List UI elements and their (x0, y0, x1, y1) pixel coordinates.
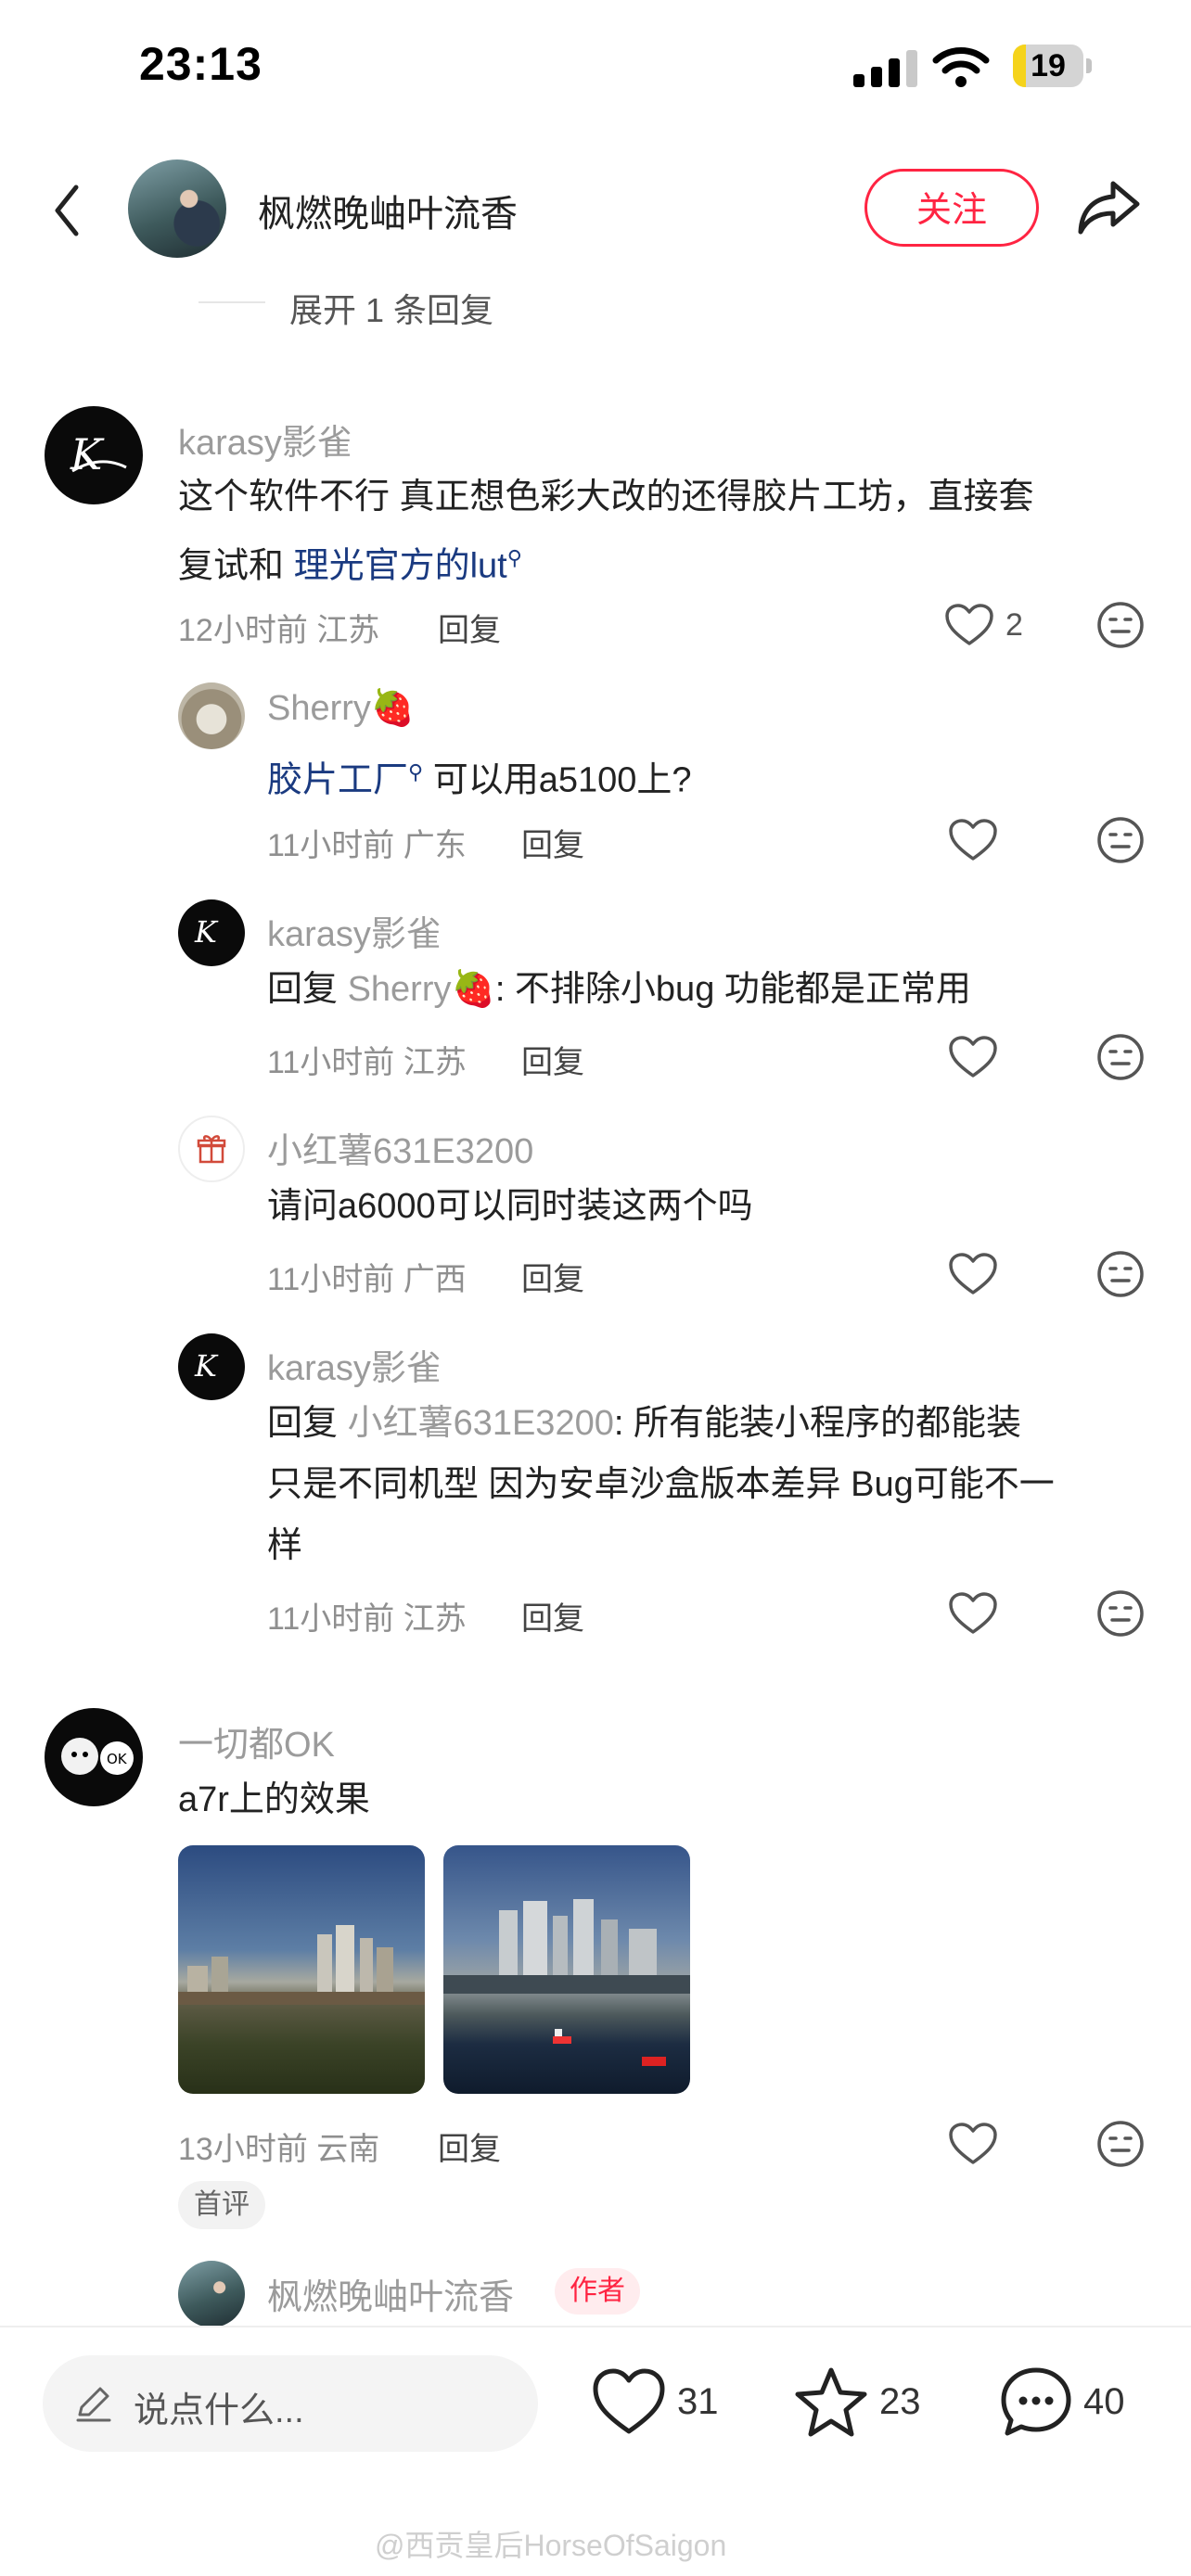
reply-username[interactable]: karasy影雀 (267, 905, 442, 956)
reply-username[interactable]: 小红薯631E3200 (267, 1122, 533, 1173)
reply-to-user[interactable]: Sherry🍓 (348, 970, 495, 1009)
replier-avatar[interactable]: K (178, 899, 245, 966)
reply-button[interactable]: 回复 (521, 820, 584, 865)
reply-button[interactable]: 回复 (438, 605, 501, 650)
author-tag: 作者 (555, 2268, 640, 2315)
comment-username[interactable]: 一切都OK (178, 1715, 335, 1766)
reply-text: 请问a6000可以同时装这两个吗 (267, 1187, 753, 1226)
reply-text-line: 样 (267, 1526, 303, 1565)
comment-text: a7r上的效果 (178, 1780, 370, 1819)
reply-text: 回复 Sherry🍓: 不排除小bug 功能都是正常用 (267, 959, 971, 1020)
author-name[interactable]: 枫燃晚岫叶流香 (258, 184, 518, 237)
heart-icon[interactable] (948, 1591, 998, 1636)
reply-prefix: 回复 (267, 1404, 348, 1443)
reply-to-user[interactable]: 小红薯631E3200 (348, 1404, 614, 1443)
comment-photo[interactable] (178, 1845, 425, 2094)
heart-icon[interactable] (592, 2366, 666, 2437)
svg-text:K: K (194, 914, 219, 950)
battery-percent: 19 (1031, 48, 1066, 83)
comment-count: 40 (1083, 2381, 1125, 2422)
meh-face-icon[interactable] (1096, 1250, 1145, 1298)
svg-text:K: K (70, 429, 105, 479)
watermark: @西贡皇后HorseOfSaigon (375, 2529, 727, 2562)
reply-button[interactable]: 回复 (521, 1593, 584, 1639)
reply-time-location: 11小时前 广西 (267, 1262, 467, 1297)
cellular-signal-icon (853, 50, 917, 87)
svg-text:K: K (194, 1348, 219, 1384)
heart-icon[interactable] (948, 2122, 998, 2166)
heart-icon[interactable] (944, 603, 994, 647)
collect-count: 23 (879, 2381, 921, 2422)
reply-button[interactable]: 回复 (521, 1037, 584, 1082)
reply-text: 回复 小红薯631E3200: 所有能装小程序的都能装 只是不同机型 因为安卓沙… (267, 1393, 1148, 1576)
battery-icon: 19 (1013, 45, 1093, 87)
search-icon[interactable]: ⚲ (408, 760, 423, 784)
comment-time-location: 13小时前 云南 (178, 2132, 380, 2167)
author-avatar[interactable] (128, 159, 226, 258)
reply-text-line: 只是不同机型 因为安卓沙盒版本差异 Bug可能不一 (267, 1465, 1055, 1504)
reply-button[interactable]: 回复 (521, 1254, 584, 1299)
replier-avatar[interactable]: K (178, 1333, 245, 1400)
back-arrow-icon[interactable] (45, 178, 91, 243)
heart-icon[interactable] (948, 818, 998, 862)
comment-text-line: 这个软件不行 真正想色彩大改的还得胶片工坊，直接套 (178, 478, 1034, 516)
like-count: 2 (1005, 607, 1023, 643)
reply-time-location: 11小时前 广东 (267, 828, 467, 863)
wifi-icon (932, 47, 990, 87)
first-comment-badge: 首评 (178, 2181, 265, 2229)
comment-time-location: 12小时前 江苏 (178, 613, 380, 648)
search-icon[interactable]: ⚲ (507, 546, 522, 569)
divider (198, 301, 265, 303)
comment-username[interactable]: karasy影雀 (178, 414, 352, 465)
reply-text-body: 可以用a5100上? (423, 760, 692, 800)
replier-avatar[interactable] (178, 682, 245, 749)
comment-photo[interactable] (443, 1845, 690, 2094)
reply-text: 胶片工厂⚲ 可以用a5100上? (267, 742, 692, 811)
commenter-avatar[interactable]: K (45, 406, 143, 504)
comment-bubble-icon[interactable] (1000, 2365, 1072, 2439)
replier-avatar[interactable] (178, 1116, 245, 1182)
replier-avatar[interactable] (178, 2261, 245, 2327)
search-link[interactable]: 胶片工厂 (267, 761, 408, 800)
reply-username[interactable]: Sherry🍓 (267, 688, 415, 729)
meh-face-icon[interactable] (1096, 1033, 1145, 1081)
reply-username[interactable]: karasy影雀 (267, 1339, 442, 1390)
reply-text-body: : 不排除小bug 功能都是正常用 (494, 970, 971, 1009)
heart-icon[interactable] (948, 1252, 998, 1296)
divider (0, 2326, 1191, 2327)
reply-prefix: 回复 (267, 970, 348, 1009)
meh-face-icon[interactable] (1096, 601, 1145, 649)
star-icon[interactable] (794, 2365, 868, 2439)
reply-text-body: : 所有能装小程序的都能装 (613, 1404, 1021, 1443)
meh-face-icon[interactable] (1096, 1589, 1145, 1638)
commenter-avatar[interactable]: OK (45, 1708, 143, 1806)
meh-face-icon[interactable] (1096, 816, 1145, 864)
expand-replies-link[interactable]: 展开 1 条回复 (289, 284, 493, 332)
share-icon[interactable] (1076, 176, 1143, 237)
comment-text-line: 复试和 (178, 546, 294, 586)
comment-input-placeholder[interactable]: 说点什么... (134, 2381, 304, 2432)
heart-icon[interactable] (948, 1035, 998, 1079)
meh-face-icon[interactable] (1096, 2120, 1145, 2168)
search-link[interactable]: 理光官方的lut (294, 547, 507, 586)
reply-time-location: 11小时前 江苏 (267, 1045, 467, 1080)
like-count: 31 (677, 2381, 719, 2422)
svg-text:OK: OK (107, 1751, 128, 1767)
reply-button[interactable]: 回复 (438, 2123, 501, 2169)
reply-username[interactable]: 枫燃晚岫叶流香 (267, 2268, 514, 2319)
follow-button[interactable]: 关注 (864, 169, 1039, 247)
reply-time-location: 11小时前 江苏 (267, 1601, 467, 1637)
status-time: 23:13 (139, 38, 263, 90)
comment-text: 这个软件不行 真正想色彩大改的还得胶片工坊，直接套 复试和 理光官方的lut⚲ (178, 466, 1143, 597)
gift-icon (197, 1135, 226, 1164)
pen-icon (76, 2387, 111, 2422)
